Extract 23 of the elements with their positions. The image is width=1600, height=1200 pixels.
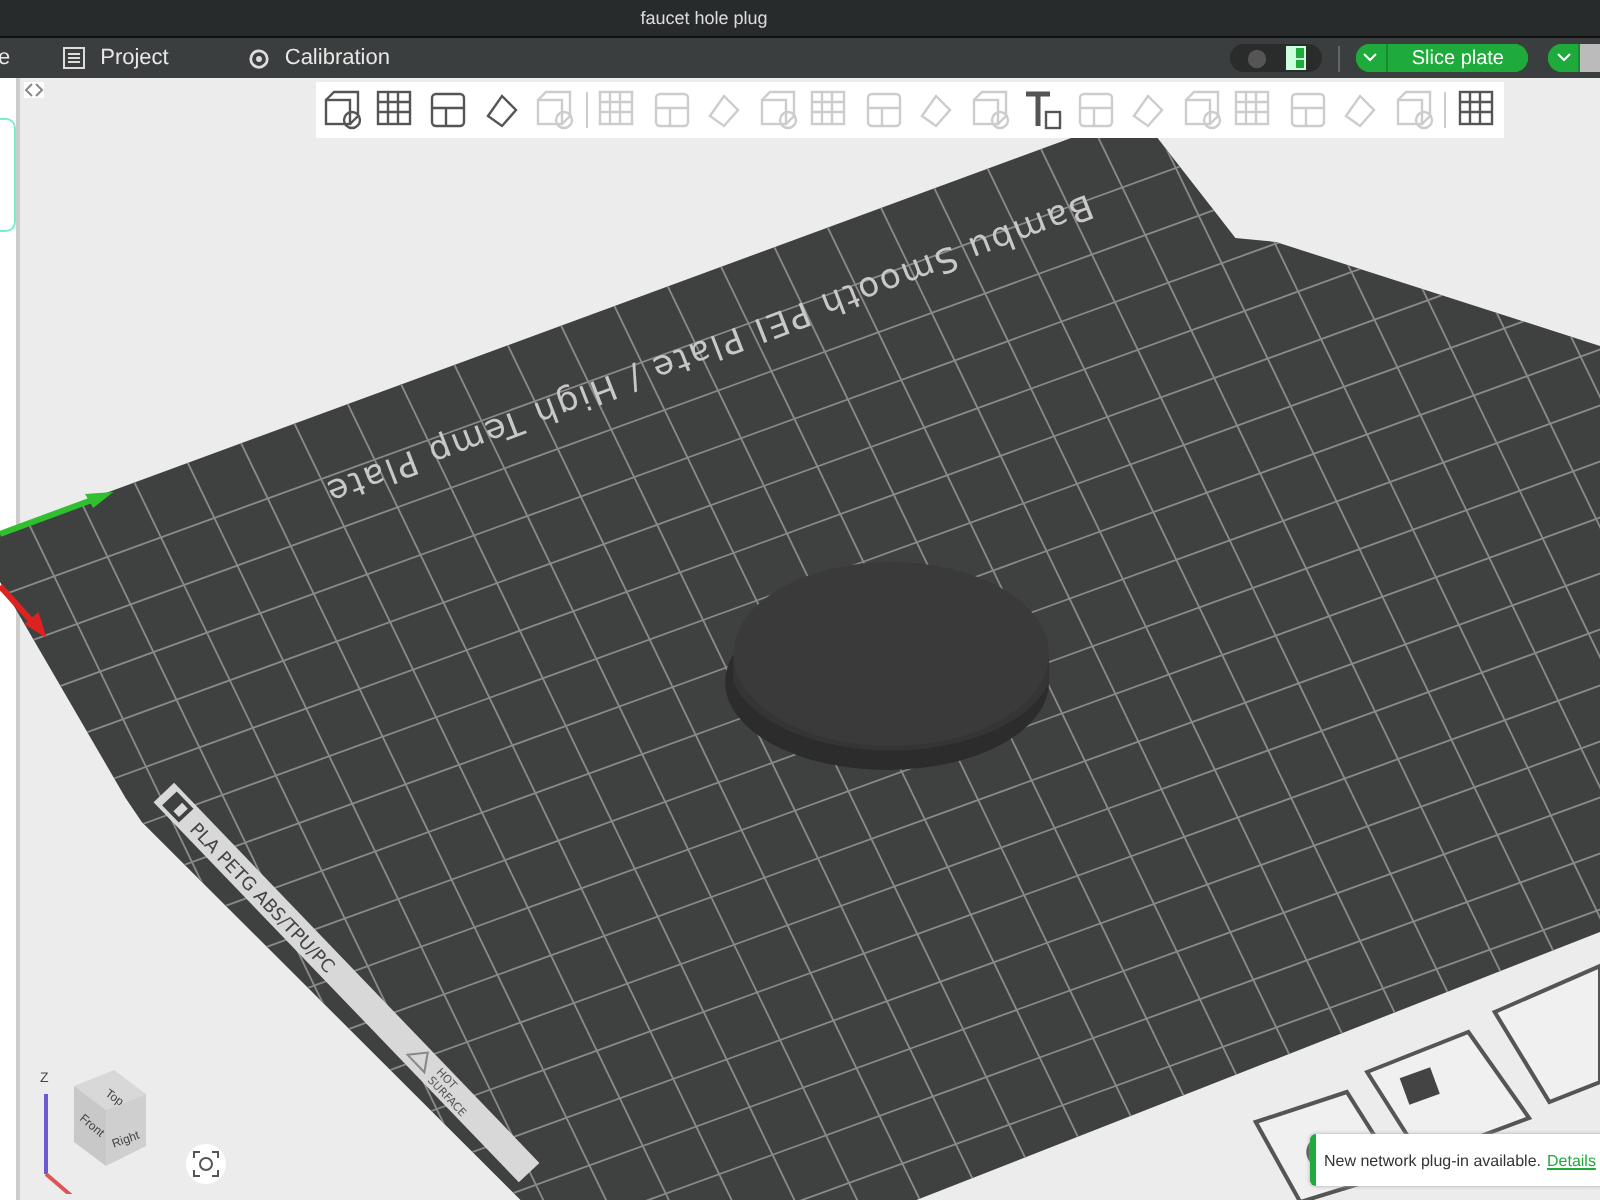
selected-panel-item[interactable] bbox=[0, 118, 16, 232]
gear-icon bbox=[248, 47, 271, 69]
caret-icon bbox=[1555, 52, 1571, 64]
warning-icon bbox=[405, 1051, 429, 1075]
circle-icon bbox=[1245, 47, 1268, 69]
panel-collapse-icon[interactable] bbox=[24, 82, 44, 98]
layout-icon bbox=[1286, 46, 1307, 70]
add-cube-icon[interactable] bbox=[320, 88, 365, 132]
menu-tab[interactable]: Project bbox=[10, 46, 197, 70]
notification-message: New network plug-in available. bbox=[1324, 1151, 1541, 1169]
menu-tab[interactable]: Calibration bbox=[196, 46, 418, 70]
y-axis-arrow bbox=[0, 492, 114, 537]
text-icon[interactable] bbox=[1020, 88, 1065, 132]
x-axis-arrow bbox=[0, 583, 47, 638]
focus-icon bbox=[192, 1150, 220, 1178]
camera-focus-button[interactable] bbox=[186, 1144, 226, 1184]
slice-options-button[interactable] bbox=[1355, 44, 1388, 72]
project-icon bbox=[62, 46, 87, 70]
view-toggle[interactable] bbox=[1229, 44, 1322, 72]
caret-icon bbox=[1362, 52, 1379, 64]
plate-logo-icon bbox=[162, 791, 194, 823]
print-options-button[interactable] bbox=[1548, 44, 1580, 72]
window-title: faucet hole plug bbox=[640, 8, 768, 28]
